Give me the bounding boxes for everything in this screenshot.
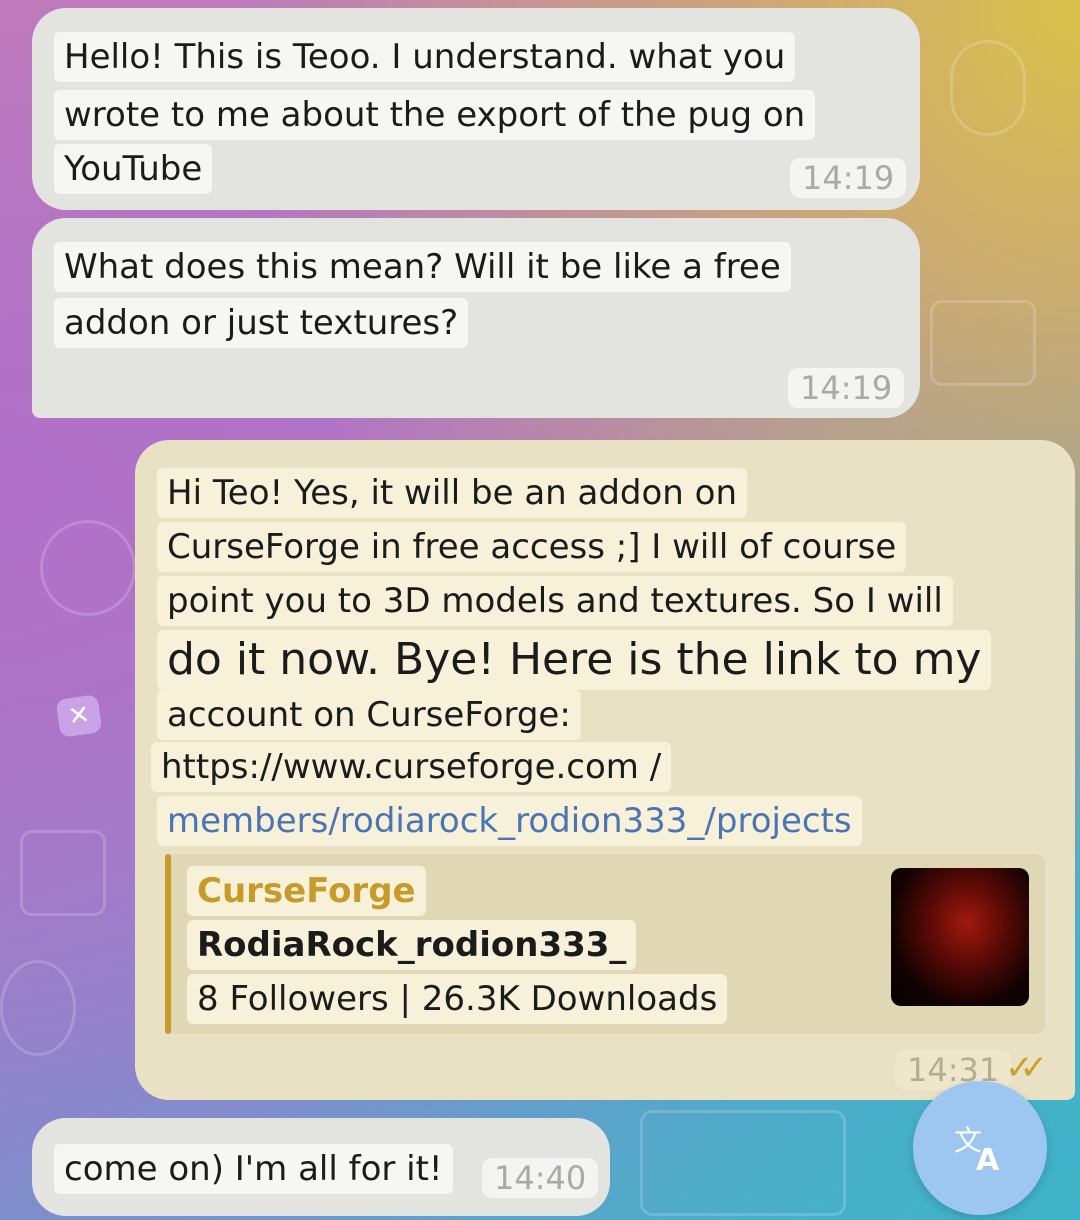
message-timestamp: 14:40 <box>482 1158 599 1198</box>
message-bubble-incoming[interactable]: come on) I'm all for it! 14:40 <box>32 1118 610 1216</box>
message-text: https://www.curseforge.com / <box>151 742 672 792</box>
link-preview-card[interactable]: CurseForge RodiaRock_rodion333_ 8 Follow… <box>165 854 1045 1034</box>
background-doodle <box>640 1110 846 1216</box>
background-doodle <box>20 830 106 916</box>
message-text: addon or just textures? <box>54 298 469 348</box>
message-timestamp: 14:19 <box>790 158 907 198</box>
message-text: account on CurseForge: <box>157 690 581 740</box>
link-preview-title: RodiaRock_rodion333_ <box>187 920 637 970</box>
link-preview-description: 8 Followers | 26.3K Downloads <box>187 974 728 1024</box>
background-doodle <box>930 300 1036 386</box>
background-doodle <box>40 520 136 616</box>
message-link[interactable]: members/rodiarock_rodion333_/projects <box>157 796 862 846</box>
link-preview-thumbnail <box>891 868 1029 1006</box>
message-text: YouTube <box>54 144 213 194</box>
sticker-badge: ✕ <box>55 694 103 738</box>
message-text: do it now. Bye! Here is the link to my <box>157 630 992 690</box>
link-preview-site: CurseForge <box>187 866 426 916</box>
message-timestamp: 14:19 <box>788 368 905 408</box>
translate-button[interactable]: 文 A <box>913 1081 1047 1215</box>
background-doodle <box>950 40 1026 136</box>
link-preview-accent <box>165 854 171 1034</box>
message-text: come on) I'm all for it! <box>54 1144 453 1194</box>
svg-text:A: A <box>976 1143 1000 1176</box>
message-text: What does this mean? Will it be like a f… <box>54 242 791 292</box>
message-text: Hello! This is Teoo. I understand. what … <box>54 32 796 82</box>
message-bubble-incoming[interactable]: Hello! This is Teoo. I understand. what … <box>32 8 920 210</box>
translate-icon: 文 A <box>954 1124 1000 1176</box>
message-text: CurseForge in free access ;] I will of c… <box>157 522 907 572</box>
message-text: wrote to me about the export of the pug … <box>54 90 816 140</box>
read-receipt-icon: ✓✓ <box>1005 1048 1048 1088</box>
message-bubble-incoming[interactable]: What does this mean? Will it be like a f… <box>32 218 920 418</box>
message-text: point you to 3D models and textures. So … <box>157 576 953 626</box>
background-doodle <box>0 960 76 1056</box>
message-text: Hi Teo! Yes, it will be an addon on <box>157 468 748 518</box>
message-bubble-outgoing[interactable]: Hi Teo! Yes, it will be an addon on Curs… <box>135 440 1075 1100</box>
